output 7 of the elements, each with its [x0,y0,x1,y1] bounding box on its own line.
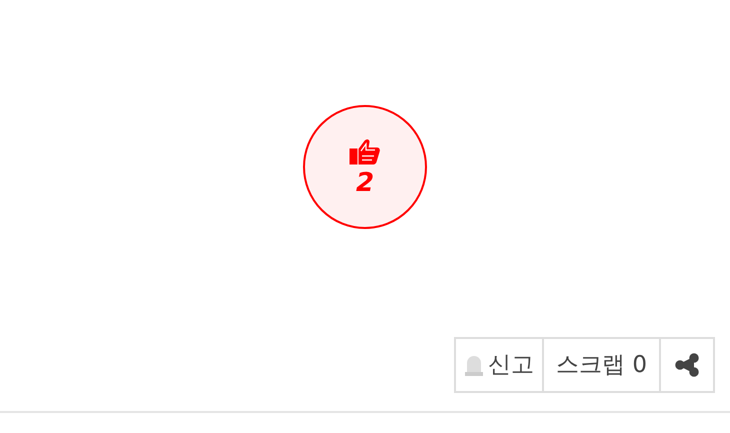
like-count: 2 [356,170,374,196]
share-button[interactable] [659,337,715,393]
like-button[interactable]: 2 [303,105,427,229]
thumbs-up-icon [349,138,381,166]
share-icon [675,353,699,377]
scrap-button[interactable]: 스크랩 0 [542,337,661,393]
report-button[interactable]: 신고 [454,337,544,393]
